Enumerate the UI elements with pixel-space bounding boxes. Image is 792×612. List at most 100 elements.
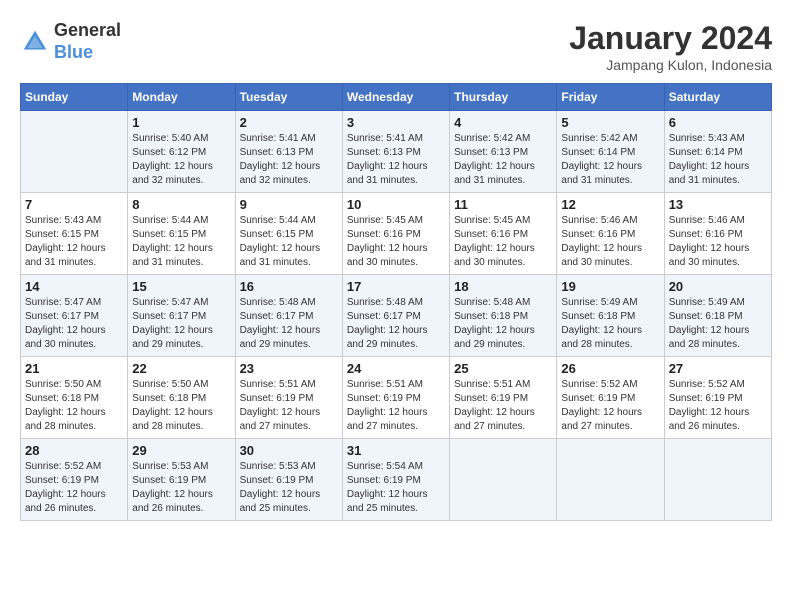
calendar-cell: 5 Sunrise: 5:42 AMSunset: 6:14 PMDaylight… (557, 111, 664, 193)
calendar-cell: 14 Sunrise: 5:47 AMSunset: 6:17 PMDayligh… (21, 275, 128, 357)
calendar-cell: 8 Sunrise: 5:44 AMSunset: 6:15 PMDaylight… (128, 193, 235, 275)
calendar-table: SundayMondayTuesdayWednesdayThursdayFrid… (20, 83, 772, 521)
day-number: 22 (132, 361, 230, 376)
day-header-sunday: Sunday (21, 84, 128, 111)
calendar-cell (21, 111, 128, 193)
week-row-3: 14 Sunrise: 5:47 AMSunset: 6:17 PMDayligh… (21, 275, 772, 357)
day-number: 12 (561, 197, 659, 212)
day-number: 14 (25, 279, 123, 294)
day-number: 24 (347, 361, 445, 376)
calendar-cell: 23 Sunrise: 5:51 AMSunset: 6:19 PMDayligh… (235, 357, 342, 439)
calendar-cell: 25 Sunrise: 5:51 AMSunset: 6:19 PMDayligh… (450, 357, 557, 439)
day-info: Sunrise: 5:53 AMSunset: 6:19 PMDaylight:… (132, 460, 230, 516)
logo-icon (20, 27, 50, 57)
day-number: 2 (240, 115, 338, 130)
day-number: 16 (240, 279, 338, 294)
day-info: Sunrise: 5:53 AMSunset: 6:19 PMDaylight:… (240, 460, 338, 516)
day-info: Sunrise: 5:44 AMSunset: 6:15 PMDaylight:… (132, 214, 230, 270)
calendar-cell: 13 Sunrise: 5:46 AMSunset: 6:16 PMDayligh… (664, 193, 771, 275)
calendar-cell: 28Sunrise: 5:52 AMSunset: 6:19 PMDayligh… (21, 439, 128, 521)
day-info: Sunrise: 5:54 AMSunset: 6:19 PMDaylight:… (347, 460, 445, 516)
day-number: 18 (454, 279, 552, 294)
day-number: 3 (347, 115, 445, 130)
header-row: SundayMondayTuesdayWednesdayThursdayFrid… (21, 84, 772, 111)
calendar-cell: 16 Sunrise: 5:48 AMSunset: 6:17 PMDayligh… (235, 275, 342, 357)
day-info: Sunrise: 5:51 AMSunset: 6:19 PMDaylight:… (347, 378, 445, 434)
calendar-cell: 4 Sunrise: 5:42 AMSunset: 6:13 PMDaylight… (450, 111, 557, 193)
calendar-cell: 11Sunrise: 5:45 AMSunset: 6:16 PMDayligh… (450, 193, 557, 275)
day-info: Sunrise: 5:49 AMSunset: 6:18 PMDaylight:… (561, 296, 659, 352)
day-number: 28 (25, 443, 123, 458)
day-number: 4 (454, 115, 552, 130)
calendar-cell: 26Sunrise: 5:52 AMSunset: 6:19 PMDayligh… (557, 357, 664, 439)
day-number: 15 (132, 279, 230, 294)
day-info: Sunrise: 5:47 AMSunset: 6:17 PMDaylight:… (25, 296, 123, 352)
calendar-cell: 30 Sunrise: 5:53 AMSunset: 6:19 PMDayligh… (235, 439, 342, 521)
title-block: January 2024 Jampang Kulon, Indonesia (569, 20, 772, 73)
page-header: General Blue January 2024 Jampang Kulon,… (20, 20, 772, 73)
day-info: Sunrise: 5:51 AMSunset: 6:19 PMDaylight:… (240, 378, 338, 434)
day-info: Sunrise: 5:50 AMSunset: 6:18 PMDaylight:… (132, 378, 230, 434)
day-info: Sunrise: 5:47 AMSunset: 6:17 PMDaylight:… (132, 296, 230, 352)
day-info: Sunrise: 5:43 AMSunset: 6:15 PMDaylight:… (25, 214, 123, 270)
day-number: 5 (561, 115, 659, 130)
day-number: 10 (347, 197, 445, 212)
day-info: Sunrise: 5:51 AMSunset: 6:19 PMDaylight:… (454, 378, 552, 434)
day-number: 27 (669, 361, 767, 376)
day-info: Sunrise: 5:46 AMSunset: 6:16 PMDaylight:… (669, 214, 767, 270)
calendar-cell: 6Sunrise: 5:43 AMSunset: 6:14 PMDaylight… (664, 111, 771, 193)
calendar-cell: 24 Sunrise: 5:51 AMSunset: 6:19 PMDayligh… (342, 357, 449, 439)
day-number: 30 (240, 443, 338, 458)
day-number: 17 (347, 279, 445, 294)
day-number: 11 (454, 197, 552, 212)
calendar-cell (450, 439, 557, 521)
day-number: 1 (132, 115, 230, 130)
day-info: Sunrise: 5:41 AMSunset: 6:13 PMDaylight:… (240, 132, 338, 188)
day-number: 23 (240, 361, 338, 376)
day-number: 7 (25, 197, 123, 212)
logo-text: General Blue (54, 20, 121, 63)
day-info: Sunrise: 5:45 AMSunset: 6:16 PMDaylight:… (347, 214, 445, 270)
calendar-cell: 2 Sunrise: 5:41 AMSunset: 6:13 PMDaylight… (235, 111, 342, 193)
calendar-cell: 10 Sunrise: 5:45 AMSunset: 6:16 PMDayligh… (342, 193, 449, 275)
day-info: Sunrise: 5:48 AMSunset: 6:18 PMDaylight:… (454, 296, 552, 352)
day-header-tuesday: Tuesday (235, 84, 342, 111)
week-row-1: 1 Sunrise: 5:40 AMSunset: 6:12 PMDaylight… (21, 111, 772, 193)
day-info: Sunrise: 5:40 AMSunset: 6:12 PMDaylight:… (132, 132, 230, 188)
day-info: Sunrise: 5:44 AMSunset: 6:15 PMDaylight:… (240, 214, 338, 270)
day-info: Sunrise: 5:42 AMSunset: 6:14 PMDaylight:… (561, 132, 659, 188)
day-header-friday: Friday (557, 84, 664, 111)
day-header-thursday: Thursday (450, 84, 557, 111)
day-number: 8 (132, 197, 230, 212)
day-number: 25 (454, 361, 552, 376)
month-title: January 2024 (569, 20, 772, 57)
week-row-4: 21Sunrise: 5:50 AMSunset: 6:18 PMDayligh… (21, 357, 772, 439)
day-header-monday: Monday (128, 84, 235, 111)
calendar-cell: 21Sunrise: 5:50 AMSunset: 6:18 PMDayligh… (21, 357, 128, 439)
day-header-wednesday: Wednesday (342, 84, 449, 111)
day-info: Sunrise: 5:46 AMSunset: 6:16 PMDaylight:… (561, 214, 659, 270)
calendar-cell: 29Sunrise: 5:53 AMSunset: 6:19 PMDayligh… (128, 439, 235, 521)
calendar-cell: 12 Sunrise: 5:46 AMSunset: 6:16 PMDayligh… (557, 193, 664, 275)
calendar-cell: 20 Sunrise: 5:49 AMSunset: 6:18 PMDayligh… (664, 275, 771, 357)
day-header-saturday: Saturday (664, 84, 771, 111)
day-info: Sunrise: 5:52 AMSunset: 6:19 PMDaylight:… (561, 378, 659, 434)
day-number: 13 (669, 197, 767, 212)
calendar-cell (557, 439, 664, 521)
day-info: Sunrise: 5:48 AMSunset: 6:17 PMDaylight:… (240, 296, 338, 352)
calendar-cell (664, 439, 771, 521)
day-info: Sunrise: 5:43 AMSunset: 6:14 PMDaylight:… (669, 132, 767, 188)
day-number: 19 (561, 279, 659, 294)
day-number: 9 (240, 197, 338, 212)
calendar-cell: 31Sunrise: 5:54 AMSunset: 6:19 PMDayligh… (342, 439, 449, 521)
day-number: 20 (669, 279, 767, 294)
week-row-2: 7 Sunrise: 5:43 AMSunset: 6:15 PMDaylight… (21, 193, 772, 275)
day-info: Sunrise: 5:49 AMSunset: 6:18 PMDaylight:… (669, 296, 767, 352)
day-info: Sunrise: 5:50 AMSunset: 6:18 PMDaylight:… (25, 378, 123, 434)
day-info: Sunrise: 5:41 AMSunset: 6:13 PMDaylight:… (347, 132, 445, 188)
location-subtitle: Jampang Kulon, Indonesia (569, 57, 772, 73)
day-info: Sunrise: 5:42 AMSunset: 6:13 PMDaylight:… (454, 132, 552, 188)
calendar-cell: 18 Sunrise: 5:48 AMSunset: 6:18 PMDayligh… (450, 275, 557, 357)
logo: General Blue (20, 20, 121, 63)
calendar-cell: 7 Sunrise: 5:43 AMSunset: 6:15 PMDaylight… (21, 193, 128, 275)
